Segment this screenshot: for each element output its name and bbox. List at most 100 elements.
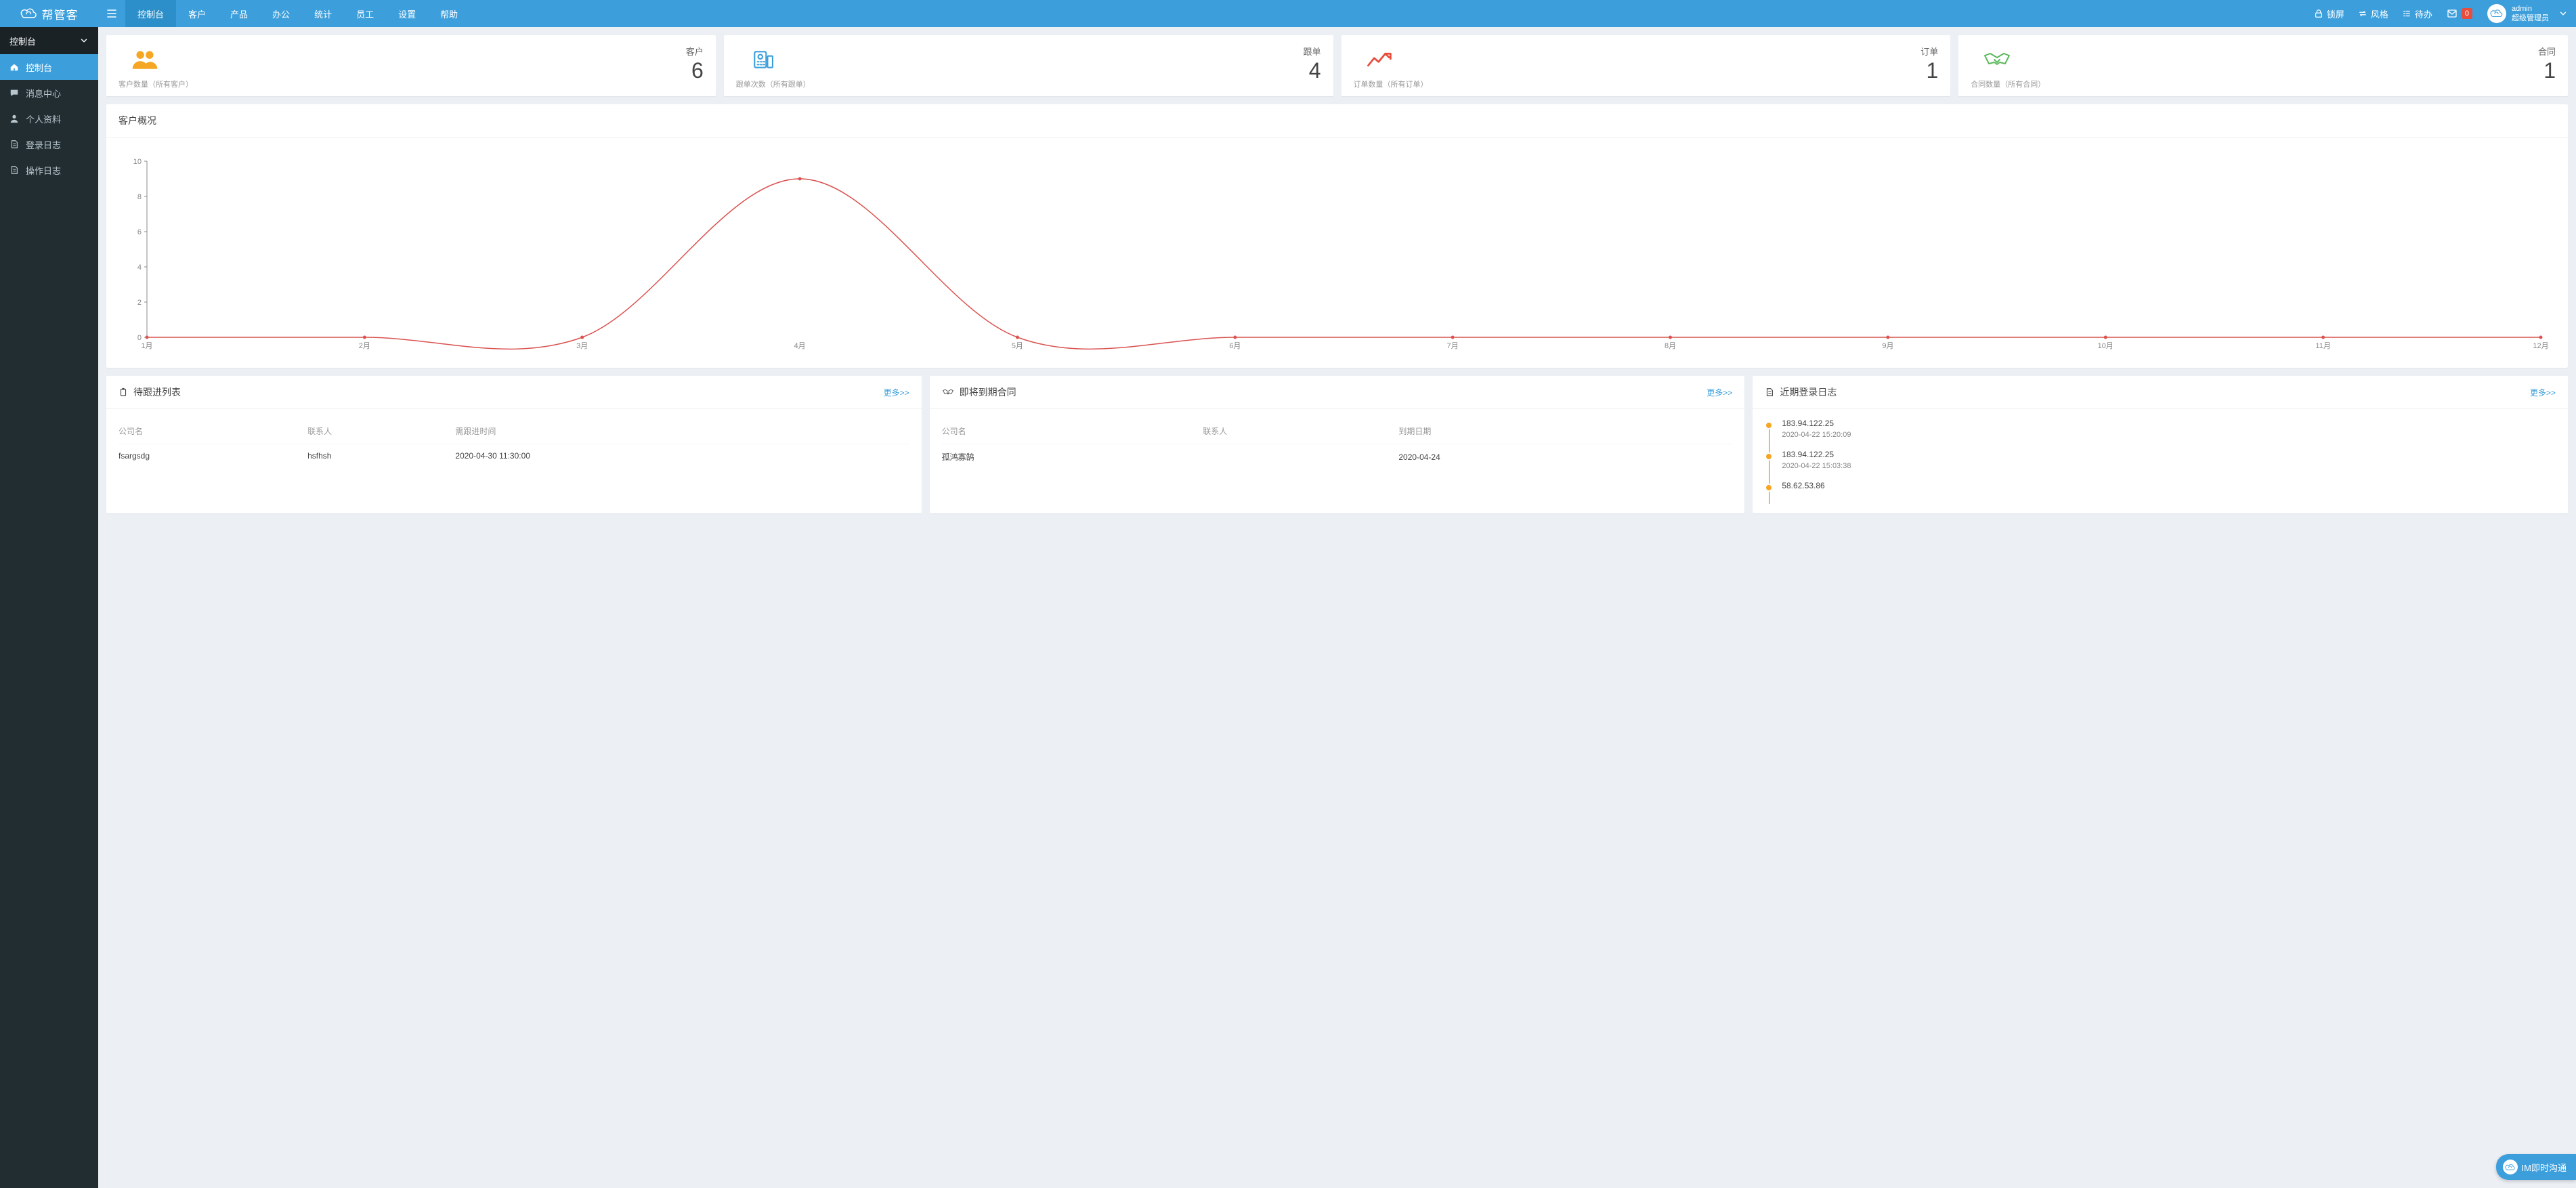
- login-log-panel: 近期登录日志 更多>> 183.94.122.25 2020-04-22 15:…: [1753, 376, 2568, 513]
- sidebar-item[interactable]: 操作日志: [0, 157, 98, 183]
- svg-text:0: 0: [137, 334, 142, 342]
- style-switch-button[interactable]: 风格: [2351, 0, 2395, 27]
- sidebar-item-label: 消息中心: [26, 87, 61, 100]
- table-row[interactable]: fsargsdghsfhsh2020-04-30 11:30:00: [119, 444, 909, 468]
- users-icon: [130, 49, 160, 72]
- sidebar-item[interactable]: 个人资料: [0, 106, 98, 131]
- contract-col-company: 公司名: [942, 419, 1203, 444]
- svg-text:7月: 7月: [1447, 342, 1459, 350]
- timeline-dot: [1765, 484, 1773, 492]
- svg-text:2月: 2月: [359, 342, 370, 350]
- svg-text:1月: 1月: [141, 342, 152, 350]
- sidebar-item[interactable]: 控制台: [0, 54, 98, 80]
- stat-card[interactable]: 订单 1 订单数量（所有订单）: [1341, 35, 1951, 96]
- cloud-icon: [20, 7, 38, 20]
- contract-panel: 即将到期合同 更多>> 公司名 联系人 到期日期 孤鸿寡鹄2020-04-24: [930, 376, 1745, 513]
- im-chat-button[interactable]: IM即时沟通: [2496, 1154, 2576, 1180]
- top-nav-item[interactable]: 办公: [260, 0, 302, 27]
- stat-card[interactable]: 跟单 4 跟单次数（所有跟单）: [724, 35, 1333, 96]
- stat-title: 客户: [686, 45, 704, 58]
- trend-icon: [1365, 49, 1395, 72]
- cloud-icon: [2505, 1164, 2516, 1171]
- logo[interactable]: 帮管客: [0, 0, 98, 27]
- stat-value: 1: [1926, 58, 1938, 83]
- mail-badge: 0: [2462, 8, 2472, 19]
- sidebar-header-label: 控制台: [9, 35, 36, 47]
- lock-label: 锁屏: [2327, 7, 2344, 20]
- mail-button[interactable]: 0: [2439, 0, 2479, 27]
- stat-card[interactable]: 合同 1 合同数量（所有合同）: [1958, 35, 2568, 96]
- login-timeline: 183.94.122.25 2020-04-22 15:20:09 183.94…: [1765, 419, 2556, 504]
- top-nav-item[interactable]: 设置: [386, 0, 428, 27]
- top-nav-item[interactable]: 统计: [302, 0, 344, 27]
- chevron-down-icon: [79, 36, 89, 45]
- stat-sub: 客户数量（所有客户）: [119, 79, 193, 89]
- im-label: IM即时沟通: [2522, 1161, 2567, 1174]
- svg-text:4月: 4月: [794, 342, 806, 350]
- user-role: 超级管理员: [2512, 14, 2549, 23]
- svg-text:6月: 6月: [1229, 342, 1241, 350]
- chart-panel-title: 客户概况: [119, 114, 156, 127]
- im-icon-wrap: [2503, 1160, 2518, 1174]
- svg-text:2: 2: [137, 299, 142, 307]
- comment-icon: [9, 88, 19, 98]
- table-row[interactable]: 孤鸿寡鹄2020-04-24: [942, 444, 1733, 470]
- top-nav-item[interactable]: 控制台: [125, 0, 176, 27]
- user-info: admin 超级管理员: [2512, 4, 2549, 23]
- top-nav-item[interactable]: 帮助: [428, 0, 470, 27]
- svg-text:3月: 3月: [576, 342, 588, 350]
- follow-panel-title: 待跟进列表: [133, 385, 181, 399]
- svg-text:8: 8: [137, 193, 142, 201]
- timeline-item[interactable]: 183.94.122.25 2020-04-22 15:03:38: [1782, 450, 2556, 481]
- contract-table: 公司名 联系人 到期日期 孤鸿寡鹄2020-04-24: [942, 419, 1733, 469]
- follow-col-time: 需跟进时间: [455, 419, 909, 444]
- sidebar-toggle-button[interactable]: [98, 0, 125, 27]
- top-nav-item[interactable]: 客户: [176, 0, 218, 27]
- timeline-ip: 183.94.122.25: [1782, 419, 2556, 428]
- login-more-link[interactable]: 更多>>: [2530, 387, 2556, 398]
- sidebar-section-header[interactable]: 控制台: [0, 27, 98, 54]
- user-icon: [9, 114, 19, 123]
- stat-sub: 订单数量（所有订单）: [1354, 79, 1428, 89]
- avatar: [2487, 4, 2506, 23]
- svg-text:10月: 10月: [2098, 342, 2113, 350]
- brand-text: 帮管客: [42, 5, 79, 22]
- stat-sub: 合同数量（所有合同）: [1971, 79, 2045, 89]
- svg-text:5月: 5月: [1012, 342, 1023, 350]
- top-nav-item[interactable]: 产品: [218, 0, 260, 27]
- timeline-ip: 183.94.122.25: [1782, 450, 2556, 459]
- top-nav-item[interactable]: 员工: [344, 0, 386, 27]
- contract-panel-title: 即将到期合同: [960, 385, 1016, 399]
- login-panel-title: 近期登录日志: [1780, 385, 1837, 399]
- lock-screen-button[interactable]: 锁屏: [2307, 0, 2351, 27]
- follow-table: 公司名 联系人 需跟进时间 fsargsdghsfhsh2020-04-30 1…: [119, 419, 909, 467]
- stat-title: 跟单: [1303, 45, 1321, 58]
- file-icon: [9, 165, 19, 175]
- bars-icon: [106, 8, 117, 19]
- header-right: 锁屏 风格 待办 0 admin 超级管理员: [2307, 0, 2576, 27]
- contract-more-link[interactable]: 更多>>: [1706, 387, 1732, 398]
- stat-sub: 跟单次数（所有跟单）: [736, 79, 811, 89]
- svg-text:4: 4: [137, 263, 142, 272]
- sidebar-item[interactable]: 登录日志: [0, 131, 98, 157]
- stat-card[interactable]: 客户 6 客户数量（所有客户）: [106, 35, 716, 96]
- top-header: 帮管客 控制台客户产品办公统计员工设置帮助 锁屏 风格 待办 0 admin: [0, 0, 2576, 27]
- sidebar: 控制台 控制台消息中心个人资料登录日志操作日志: [0, 27, 98, 1188]
- svg-text:11月: 11月: [2315, 342, 2330, 350]
- sidebar-item-label: 操作日志: [26, 164, 61, 177]
- follow-more-link[interactable]: 更多>>: [884, 387, 909, 398]
- timeline-item[interactable]: 58.62.53.86: [1782, 481, 2556, 504]
- todo-button[interactable]: 待办: [2395, 0, 2439, 27]
- svg-text:12月: 12月: [2533, 342, 2548, 350]
- lock-icon: [2314, 9, 2323, 18]
- svg-text:9月: 9月: [1882, 342, 1893, 350]
- chevron-down-icon: [2558, 9, 2568, 18]
- top-nav: 控制台客户产品办公统计员工设置帮助: [125, 0, 470, 27]
- follow-panel: 待跟进列表 更多>> 公司名 联系人 需跟进时间 fsargsdghsfhsh2…: [106, 376, 922, 513]
- sidebar-item[interactable]: 消息中心: [0, 80, 98, 106]
- style-label: 风格: [2371, 7, 2388, 20]
- cloud-icon: [2490, 9, 2504, 18]
- timeline-item[interactable]: 183.94.122.25 2020-04-22 15:20:09: [1782, 419, 2556, 450]
- todo-label: 待办: [2415, 7, 2432, 20]
- user-menu[interactable]: admin 超级管理员: [2479, 4, 2576, 23]
